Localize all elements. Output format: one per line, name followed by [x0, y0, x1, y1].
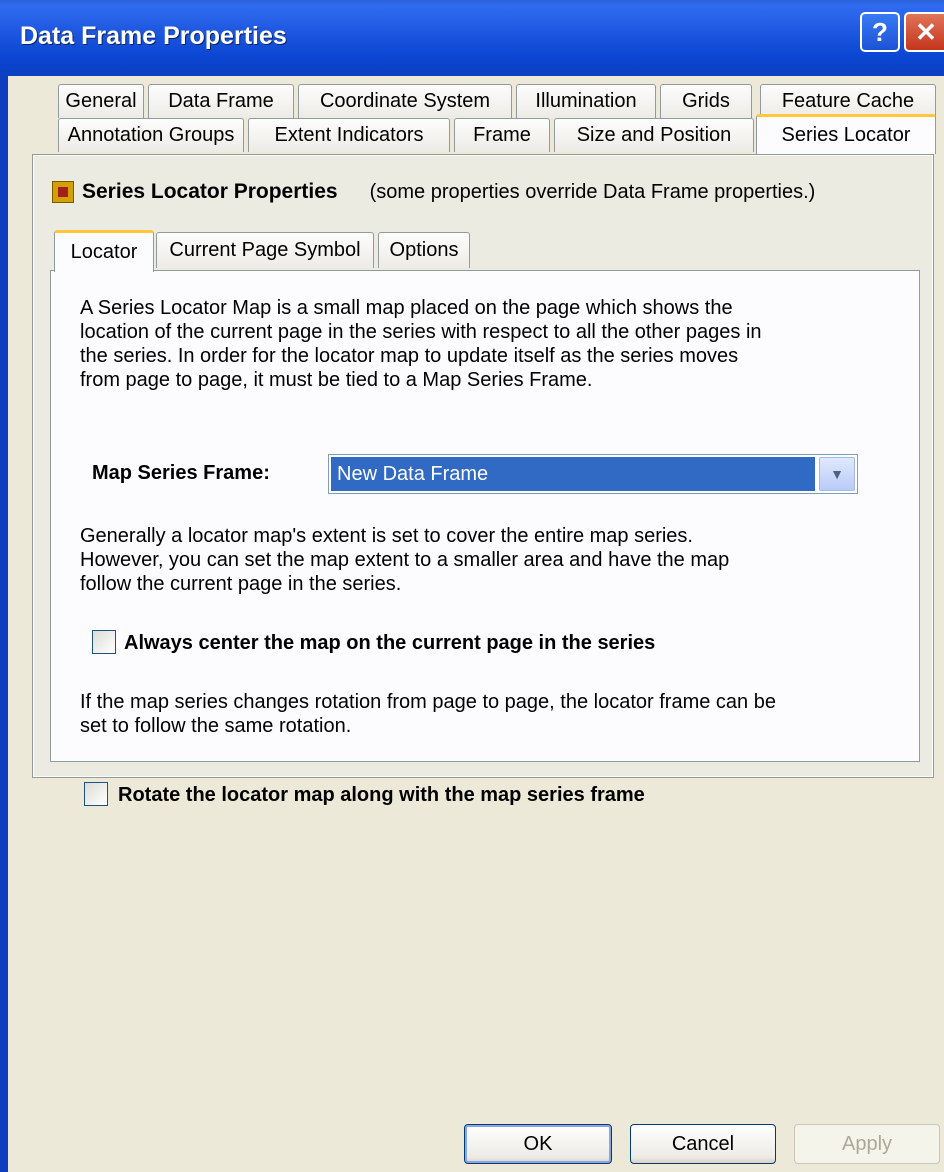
chevron-down-icon: ▼	[830, 466, 844, 482]
tab-size-and-position[interactable]: Size and Position	[554, 118, 754, 152]
rotate-map-label[interactable]: Rotate the locator map along with the ma…	[118, 784, 645, 807]
extent-text: Generally a locator map's extent is set …	[80, 524, 729, 596]
center-map-label[interactable]: Always center the map on the current pag…	[124, 632, 655, 655]
tab-illumination[interactable]: Illumination	[516, 84, 656, 118]
window-border	[0, 76, 8, 1172]
tab-extent-indicators[interactable]: Extent Indicators	[248, 118, 450, 152]
map-series-frame-label: Map Series Frame:	[92, 462, 270, 484]
intro-line: from page to page, it must be tied to a …	[80, 369, 593, 391]
rotation-text: If the map series changes rotation from …	[80, 690, 776, 738]
extent-line: follow the current page in the series.	[80, 573, 402, 595]
subtab-current-page-symbol[interactable]: Current Page Symbol	[156, 232, 374, 268]
window-title: Data Frame Properties	[20, 22, 287, 50]
title-bar[interactable]: Data Frame Properties ? ✕	[0, 0, 944, 76]
cancel-button[interactable]: Cancel	[630, 1124, 776, 1164]
series-locator-icon	[52, 181, 74, 203]
section-header: Series Locator Properties (some properti…	[52, 177, 815, 207]
tab-coordinate-system[interactable]: Coordinate System	[298, 84, 512, 118]
tab-series-locator[interactable]: Series Locator	[756, 114, 936, 154]
intro-line: A Series Locator Map is a small map plac…	[80, 297, 733, 319]
dialog-window: Data Frame Properties ? ✕ General Data F…	[0, 0, 944, 1172]
intro-line: location of the current page in the seri…	[80, 321, 762, 343]
tab-annotation-groups[interactable]: Annotation Groups	[58, 118, 244, 152]
help-button[interactable]: ?	[860, 12, 900, 52]
subtab-locator[interactable]: Locator	[54, 230, 154, 272]
extent-line: Generally a locator map's extent is set …	[80, 525, 693, 547]
ok-button[interactable]: OK	[464, 1124, 612, 1164]
rotation-line: If the map series changes rotation from …	[80, 691, 776, 713]
tab-general[interactable]: General	[58, 84, 144, 118]
dropdown-button[interactable]: ▼	[819, 457, 855, 491]
map-series-frame-value: New Data Frame	[331, 457, 815, 491]
tab-data-frame[interactable]: Data Frame	[148, 84, 294, 118]
rotate-map-checkbox[interactable]	[84, 782, 108, 806]
tab-grids[interactable]: Grids	[660, 84, 752, 118]
close-icon: ✕	[915, 16, 937, 47]
rotation-line: set to follow the same rotation.	[80, 715, 352, 737]
help-icon: ?	[872, 16, 888, 47]
extent-line: However, you can set the map extent to a…	[80, 549, 730, 571]
subtab-options[interactable]: Options	[378, 232, 470, 268]
tab-feature-cache[interactable]: Feature Cache	[760, 84, 936, 118]
close-button[interactable]: ✕	[904, 12, 944, 52]
intro-text: A Series Locator Map is a small map plac…	[80, 296, 762, 392]
center-map-checkbox[interactable]	[92, 630, 116, 654]
apply-button[interactable]: Apply	[794, 1124, 940, 1164]
intro-line: the series. In order for the locator map…	[80, 345, 739, 367]
map-series-frame-select[interactable]: New Data Frame ▼	[328, 454, 858, 494]
section-title: Series Locator Properties	[82, 180, 338, 203]
tab-frame[interactable]: Frame	[454, 118, 550, 152]
section-note: (some properties override Data Frame pro…	[369, 180, 816, 203]
